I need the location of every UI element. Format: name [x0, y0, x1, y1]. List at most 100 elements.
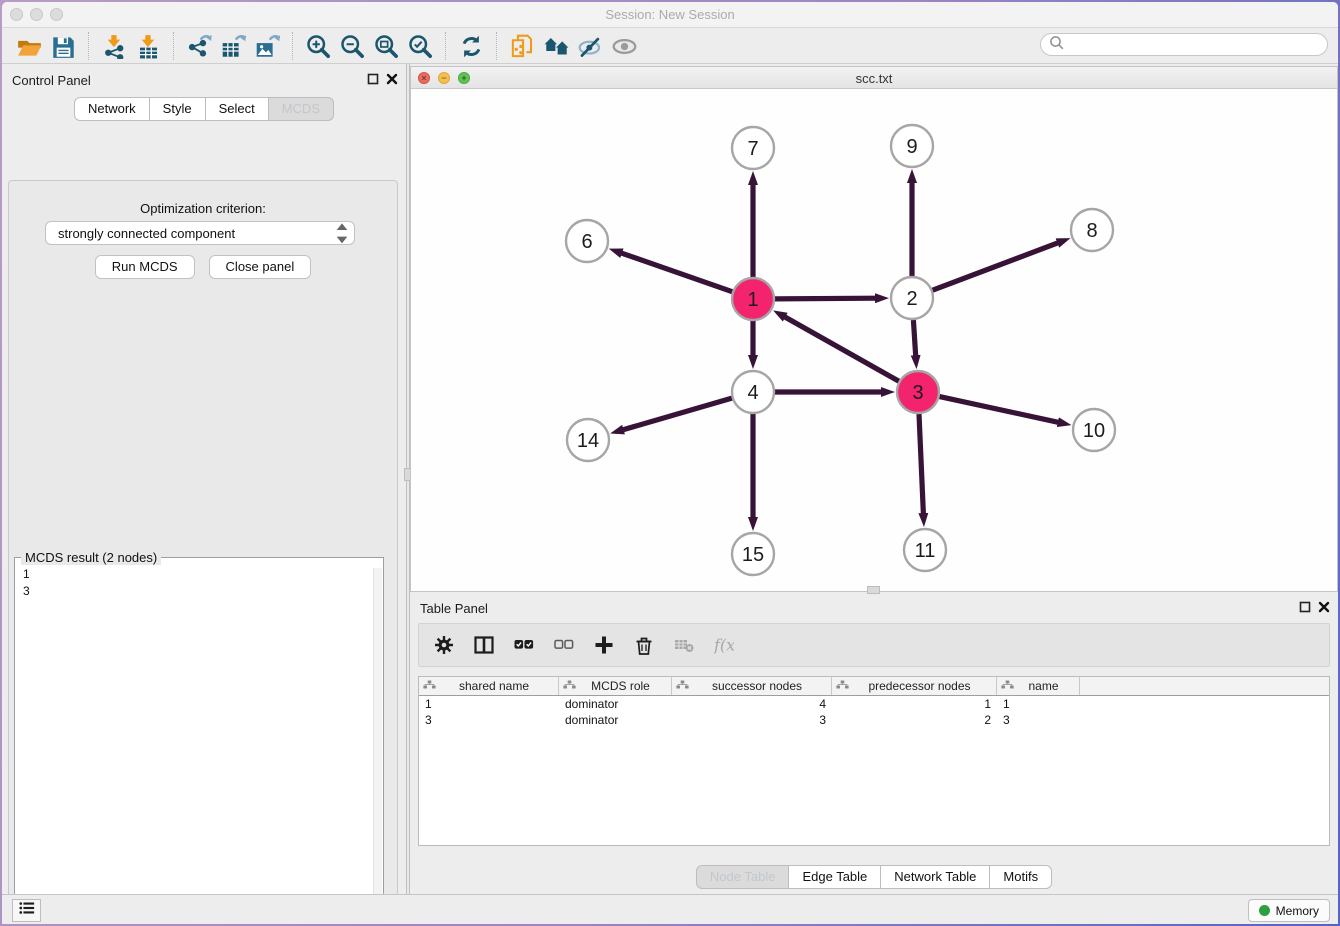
memory-label: Memory — [1276, 904, 1319, 918]
export-network-icon[interactable] — [182, 31, 216, 61]
close-panel-icon[interactable] — [386, 72, 398, 90]
node-4[interactable]: 4 — [732, 371, 774, 413]
application-window: Session: New Session Control Panel Netwo… — [2, 2, 1338, 924]
tab-style[interactable]: Style — [150, 97, 206, 121]
table-row[interactable]: 3dominator323 — [419, 712, 1329, 728]
column-header-predecessor-nodes[interactable]: predecessor nodes — [832, 677, 997, 695]
gear-icon[interactable] — [431, 632, 457, 658]
network-doc-icon[interactable] — [505, 31, 539, 61]
svg-text:6: 6 — [581, 231, 592, 253]
show-eye-icon[interactable] — [607, 31, 641, 61]
add-row-icon[interactable] — [591, 632, 617, 658]
node-3[interactable]: 3 — [897, 371, 939, 413]
tab-network[interactable]: Network — [74, 97, 150, 121]
export-image-icon[interactable] — [250, 31, 284, 61]
mcds-result-title: MCDS result (2 nodes) — [21, 550, 161, 565]
edge-2-3[interactable] — [913, 320, 915, 356]
fx-icon: f(x) — [711, 632, 737, 658]
run-mcds-button[interactable]: Run MCDS — [95, 255, 195, 279]
delete-row-icon[interactable] — [631, 632, 657, 658]
column-header-shared-name[interactable]: shared name — [419, 677, 559, 695]
edge-2-8[interactable] — [933, 243, 1059, 291]
cell-MCDS-role[interactable]: dominator — [559, 696, 672, 712]
cell-shared-name[interactable]: 3 — [419, 712, 559, 728]
toolbar-separator — [496, 32, 497, 60]
save-icon[interactable] — [46, 31, 80, 61]
svg-text:f(x): f(x) — [714, 636, 734, 655]
import-table-icon[interactable] — [131, 31, 165, 61]
zoom-in-icon[interactable] — [301, 31, 335, 61]
tree-icon — [832, 679, 849, 693]
tab-select[interactable]: Select — [206, 97, 269, 121]
cell-MCDS-role[interactable]: dominator — [559, 712, 672, 728]
edge-3-10[interactable] — [940, 397, 1059, 423]
tab-motifs[interactable]: Motifs — [990, 865, 1052, 889]
cell-name[interactable]: 3 — [997, 712, 1080, 728]
node-8[interactable]: 8 — [1071, 209, 1113, 251]
cell-successor-nodes[interactable]: 4 — [672, 696, 832, 712]
optimization-label: Optimization criterion: — [9, 201, 397, 216]
node-7[interactable]: 7 — [732, 127, 774, 169]
tab-mcds[interactable]: MCDS — [269, 97, 334, 121]
cell-successor-nodes[interactable]: 3 — [672, 712, 832, 728]
memory-status-icon — [1259, 905, 1270, 916]
network-window-titlebar[interactable]: × − + scc.txt — [411, 67, 1337, 89]
select-all-icon[interactable] — [511, 632, 537, 658]
hide-eye-icon[interactable] — [573, 31, 607, 61]
zoom-out-icon[interactable] — [335, 31, 369, 61]
result-scrollbar[interactable] — [373, 568, 382, 924]
zoom-selected-icon[interactable] — [403, 31, 437, 61]
column-header-successor-nodes[interactable]: successor nodes — [672, 677, 832, 695]
tab-node-table[interactable]: Node Table — [696, 865, 790, 889]
refresh-icon[interactable] — [454, 31, 488, 61]
float-panel-icon[interactable] — [367, 72, 379, 90]
open-folder-icon[interactable] — [12, 31, 46, 61]
titlebar: Session: New Session — [2, 2, 1338, 28]
edge-4-14[interactable] — [623, 398, 732, 430]
tree-icon — [559, 679, 576, 693]
edge-1-6[interactable] — [621, 253, 732, 292]
zoom-fit-icon[interactable] — [369, 31, 403, 61]
deselect-all-icon[interactable] — [551, 632, 577, 658]
svg-text:9: 9 — [906, 136, 917, 158]
import-network-icon[interactable] — [97, 31, 131, 61]
edge-1-2[interactable] — [775, 298, 876, 299]
column-header-name[interactable]: name — [997, 677, 1080, 695]
edge-3-1[interactable] — [784, 317, 898, 382]
task-history-button[interactable] — [12, 899, 41, 922]
node-14[interactable]: 14 — [567, 419, 609, 461]
float-table-panel-icon[interactable] — [1299, 600, 1311, 618]
close-panel-button[interactable]: Close panel — [209, 255, 312, 279]
cell-shared-name[interactable]: 1 — [419, 696, 559, 712]
toolbar-separator — [292, 32, 293, 60]
cell-name[interactable]: 1 — [997, 696, 1080, 712]
cell-predecessor-nodes[interactable]: 2 — [832, 712, 997, 728]
node-10[interactable]: 10 — [1073, 409, 1115, 451]
search-box[interactable] — [1040, 33, 1328, 56]
home-pair-icon[interactable] — [539, 31, 573, 61]
cell-predecessor-nodes[interactable]: 1 — [832, 696, 997, 712]
edge-3-11[interactable] — [919, 414, 923, 514]
search-input[interactable] — [1068, 38, 1327, 52]
tab-network-table[interactable]: Network Table — [881, 865, 990, 889]
export-table-icon[interactable] — [216, 31, 250, 61]
table-row[interactable]: 1dominator411 — [419, 696, 1329, 712]
horizontal-splitter-grip-icon[interactable] — [867, 586, 880, 594]
node-2[interactable]: 2 — [891, 277, 933, 319]
node-11[interactable]: 11 — [904, 529, 946, 571]
column-header-MCDS-role[interactable]: MCDS role — [559, 677, 672, 695]
memory-button[interactable]: Memory — [1248, 899, 1330, 922]
node-6[interactable]: 6 — [566, 220, 608, 262]
statusbar: Memory — [2, 894, 1338, 924]
node-15[interactable]: 15 — [732, 533, 774, 575]
split-view-icon[interactable] — [471, 632, 497, 658]
svg-text:7: 7 — [747, 138, 758, 160]
network-canvas[interactable]: 7 9 6 8 1 2 4 3 14 10 15 11 — [411, 90, 1337, 591]
close-table-panel-icon[interactable] — [1318, 600, 1330, 618]
tree-icon — [419, 679, 436, 693]
tab-edge-table[interactable]: Edge Table — [789, 865, 881, 889]
node-9[interactable]: 9 — [891, 125, 933, 167]
toolbar-separator — [88, 32, 89, 60]
node-1[interactable]: 1 — [732, 278, 774, 320]
optimization-dropdown[interactable]: strongly connected component — [45, 221, 355, 245]
